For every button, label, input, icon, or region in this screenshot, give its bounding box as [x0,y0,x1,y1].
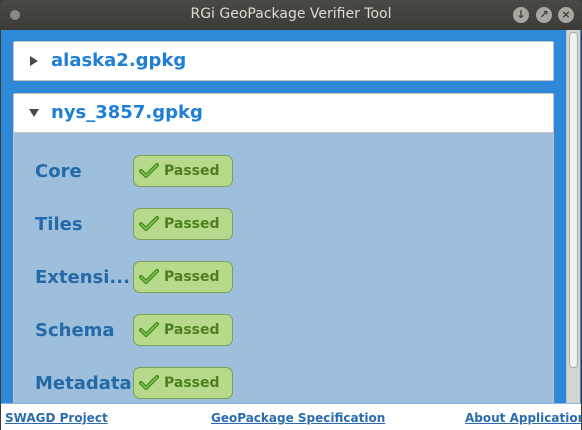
check-icon [139,268,159,286]
check-row-schema: Schema Passed [14,314,555,350]
status-badge[interactable]: Passed [133,367,233,399]
status-badge[interactable]: Passed [133,261,233,293]
file-list: alaska2.gpkg nys_3857.gpkg Core Passed T… [1,30,581,403]
check-row-metadata: Metadata Passed [14,367,555,403]
window-title: RGi GeoPackage Verifier Tool [190,6,392,22]
status-text: Passed [164,322,220,338]
status-text: Passed [164,269,220,285]
app-window: RGi GeoPackage Verifier Tool ↓ ↗ × alask… [0,0,582,430]
status-text: Passed [164,375,220,391]
footer-bar: SWAGD Project GeoPackage Specification A… [1,403,582,430]
check-icon [139,162,159,180]
check-label: Core [35,161,82,182]
file-name: alaska2.gpkg [51,50,187,71]
check-label: Metadata [35,373,132,394]
status-badge[interactable]: Passed [133,208,233,240]
about-application-link[interactable]: About Application [465,411,582,425]
status-text: Passed [164,163,220,179]
status-text: Passed [164,216,220,232]
close-icon[interactable]: × [558,7,574,23]
scrollbar-thumb[interactable] [569,32,578,368]
verification-results: Core Passed Tiles Passed Extensi... Pass… [13,133,554,403]
check-label: Extensi... [35,267,130,288]
file-name: nys_3857.gpkg [51,102,203,123]
triangle-down-icon [28,107,40,119]
maximize-icon[interactable]: ↗ [536,7,552,23]
swagd-project-link[interactable]: SWAGD Project [5,411,108,425]
check-icon [139,374,159,392]
vertical-scrollbar[interactable] [566,30,580,403]
check-icon [139,215,159,233]
geopackage-spec-link[interactable]: GeoPackage Specification [211,411,385,425]
status-badge[interactable]: Passed [133,155,233,187]
triangle-right-icon [28,55,40,67]
check-row-tiles: Tiles Passed [14,208,555,244]
main-content: alaska2.gpkg nys_3857.gpkg Core Passed T… [1,30,582,430]
status-badge[interactable]: Passed [133,314,233,346]
check-row-extensions: Extensi... Passed [14,261,555,297]
file-header-alaska2[interactable]: alaska2.gpkg [13,41,554,81]
check-row-core: Core Passed [14,155,555,191]
check-label: Tiles [35,214,83,235]
file-header-nys-3857[interactable]: nys_3857.gpkg [13,93,554,133]
minimize-icon[interactable]: ↓ [513,7,529,23]
check-label: Schema [35,320,115,341]
title-bar[interactable]: RGi GeoPackage Verifier Tool ↓ ↗ × [0,0,582,30]
check-icon [139,321,159,339]
